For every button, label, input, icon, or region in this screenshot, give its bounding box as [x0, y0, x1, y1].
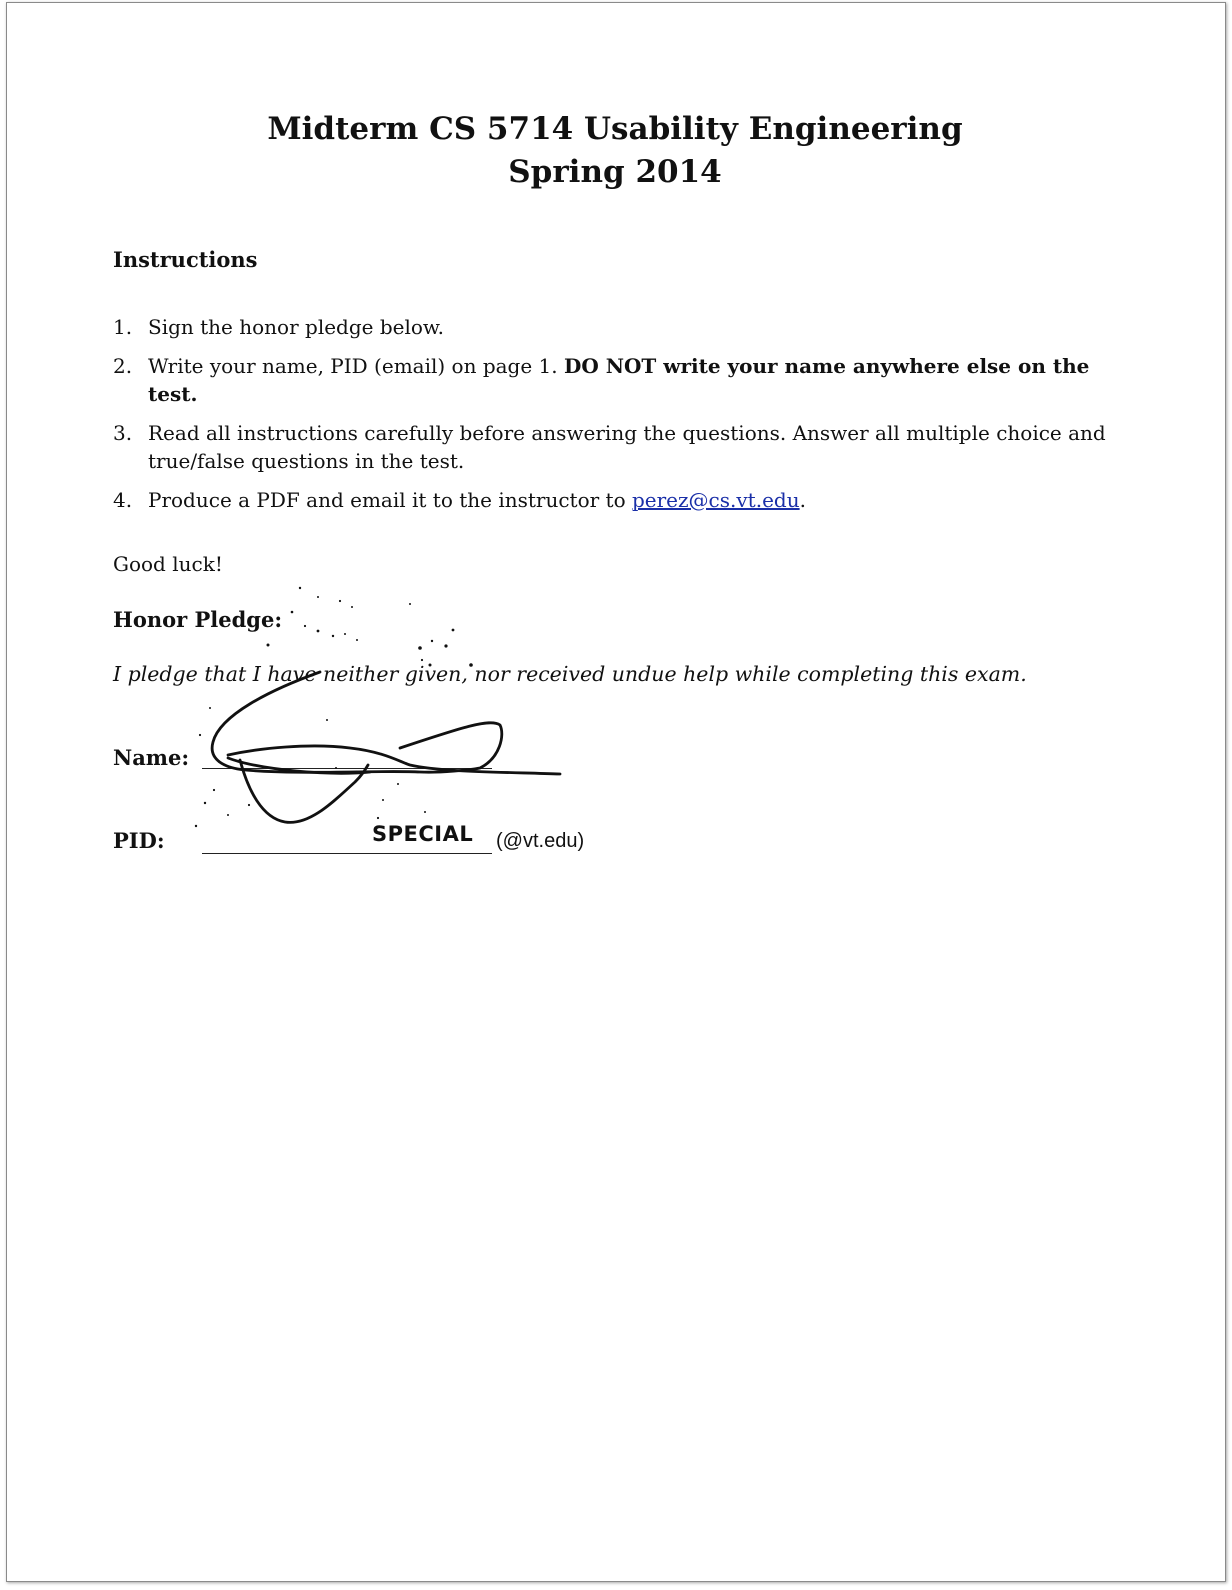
pid-field-value: SPECIAL	[372, 822, 474, 846]
pid-label: PID:	[113, 828, 165, 853]
pid-field-line[interactable]	[202, 853, 492, 854]
instructions-list: 1. Sign the honor pledge below. 2. Write…	[113, 313, 1113, 525]
instruction-text: Produce a PDF and email it to the instru…	[148, 488, 632, 512]
name-field-line[interactable]	[202, 768, 492, 769]
title-line-1: Midterm CS 5714 Usability Engineering	[267, 111, 963, 147]
instruction-item: 3. Read all instructions carefully befor…	[113, 419, 1113, 475]
instruction-number: 4.	[113, 488, 133, 512]
instruction-text: Read all instructions carefully before a…	[148, 421, 1106, 473]
honor-pledge-label: Honor Pledge:	[113, 607, 283, 632]
instruction-text: Sign the honor pledge below.	[148, 315, 445, 339]
good-luck-text: Good luck!	[113, 552, 223, 576]
pid-email-suffix: (@vt.edu)	[496, 830, 585, 852]
page-title: Midterm CS 5714 Usability Engineering Sp…	[0, 108, 1230, 194]
document-page	[6, 2, 1226, 1582]
instruction-item: 4. Produce a PDF and email it to the ins…	[113, 486, 1113, 514]
instruction-text-end: .	[799, 488, 806, 512]
name-label: Name:	[113, 745, 190, 770]
title-line-2: Spring 2014	[508, 154, 722, 190]
instructor-email-link[interactable]: perez@cs.vt.edu	[632, 488, 800, 512]
instruction-text: Write your name, PID (email) on page 1.	[148, 354, 564, 378]
instruction-item: 1. Sign the honor pledge below.	[113, 313, 1113, 341]
instruction-number: 3.	[113, 421, 133, 445]
instruction-item: 2. Write your name, PID (email) on page …	[113, 352, 1113, 408]
instruction-number: 1.	[113, 315, 133, 339]
pledge-statement: I pledge that I have neither given, nor …	[113, 662, 1027, 686]
instructions-heading: Instructions	[113, 247, 258, 272]
instruction-number: 2.	[113, 354, 133, 378]
